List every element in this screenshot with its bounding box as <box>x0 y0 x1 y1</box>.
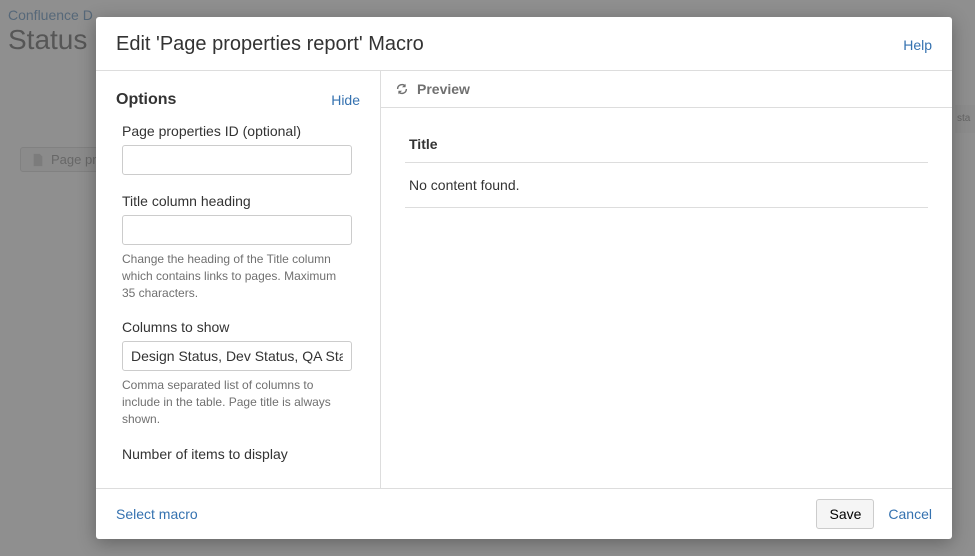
field-label: Columns to show <box>122 319 360 335</box>
dialog-body: Options Hide Page properties ID (optiona… <box>96 71 952 488</box>
options-panel: Options Hide Page properties ID (optiona… <box>96 71 381 488</box>
footer-actions: Save Cancel <box>816 499 932 529</box>
field-help-text: Comma separated list of columns to inclu… <box>122 377 352 427</box>
select-macro-link[interactable]: Select macro <box>116 506 198 522</box>
field-label: Number of items to display <box>122 446 360 462</box>
cancel-button[interactable]: Cancel <box>888 506 932 522</box>
preview-body: Title No content found. <box>381 108 952 488</box>
dialog-title: Edit 'Page properties report' Macro <box>116 33 424 56</box>
dialog-header: Edit 'Page properties report' Macro Help <box>96 17 952 71</box>
preview-header: Preview <box>381 71 952 108</box>
columns-to-show-input[interactable] <box>122 341 352 371</box>
preview-label: Preview <box>417 81 470 97</box>
page-properties-id-input[interactable] <box>122 145 352 175</box>
title-column-heading-input[interactable] <box>122 215 352 245</box>
refresh-icon[interactable] <box>395 82 409 96</box>
save-button[interactable]: Save <box>816 499 874 529</box>
dialog-footer: Select macro Save Cancel <box>96 488 952 539</box>
field-help-text: Change the heading of the Title column w… <box>122 251 352 301</box>
preview-panel: Preview Title No content found. <box>381 71 952 488</box>
field-label: Title column heading <box>122 193 360 209</box>
options-fields: Page properties ID (optional) Title colu… <box>96 113 380 468</box>
hide-link[interactable]: Hide <box>331 92 360 108</box>
preview-empty-message: No content found. <box>405 163 928 208</box>
field-label: Page properties ID (optional) <box>122 123 360 139</box>
options-panel-header: Options Hide <box>96 71 380 113</box>
help-link[interactable]: Help <box>903 37 932 53</box>
field-title-column-heading: Title column heading Change the heading … <box>122 193 360 301</box>
field-columns-to-show: Columns to show Comma separated list of … <box>122 319 360 427</box>
preview-column-title: Title <box>405 126 928 163</box>
edit-macro-dialog: Edit 'Page properties report' Macro Help… <box>96 17 952 539</box>
field-page-properties-id: Page properties ID (optional) <box>122 123 360 175</box>
field-number-of-items: Number of items to display <box>122 446 360 462</box>
options-heading: Options <box>116 91 176 109</box>
